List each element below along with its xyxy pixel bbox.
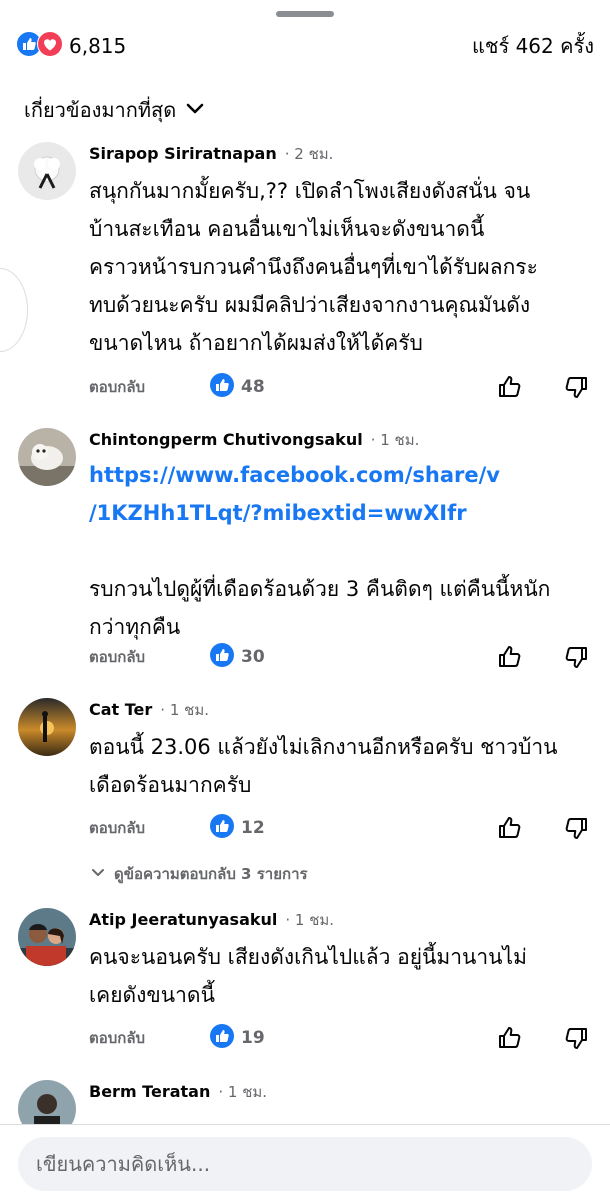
- comment-actions: ตอบกลับ 19: [89, 1023, 599, 1053]
- comment-input[interactable]: เขียนความคิดเห็น...: [18, 1137, 592, 1191]
- comment: Cat Ter · 1 ชม. ตอนนี้ 23.06 แล้วยังไม่เ…: [18, 698, 598, 848]
- drag-handle[interactable]: [276, 11, 334, 17]
- comment-time: · 1 ชม.: [370, 431, 420, 449]
- reply-button[interactable]: ตอบกลับ: [89, 375, 209, 399]
- comment-text: รบกวนไปดูผู้ที่เดือดร้อนด้วย 3 คืนติดๆ แ…: [89, 577, 551, 639]
- chevron-down-icon: [90, 864, 114, 884]
- like-summary[interactable]: 48: [209, 372, 265, 402]
- thumbs-down-icon[interactable]: [563, 374, 589, 400]
- thumbs-up-icon[interactable]: [497, 815, 523, 841]
- comment-actions: ตอบกลับ 30: [89, 642, 599, 672]
- commenter-name[interactable]: Atip Jeeratunyasakul: [89, 910, 277, 929]
- view-more-replies-label: ดูข้อความตอบกลับ 3 รายการ: [114, 865, 308, 883]
- reactions-bar: 6,815 แชร์ 462 ครั้ง: [16, 30, 594, 62]
- avatar[interactable]: [18, 428, 76, 486]
- like-count: 30: [241, 647, 265, 667]
- comment: Atip Jeeratunyasakul · 1 ชม. คนจะนอนครับ…: [18, 908, 598, 1058]
- like-summary[interactable]: 12: [209, 813, 265, 843]
- reply-button[interactable]: ตอบกลับ: [89, 645, 209, 669]
- comment-link[interactable]: https://www.facebook.com/share/v /1KZHh1…: [89, 456, 599, 532]
- reply-button[interactable]: ตอบกลับ: [89, 1026, 209, 1050]
- view-more-replies[interactable]: ดูข้อความตอบกลับ 3 รายการ: [90, 862, 308, 886]
- avatar[interactable]: [18, 1080, 76, 1124]
- commenter-name[interactable]: Sirapop Siriratnapan: [89, 144, 277, 163]
- like-icon: [209, 372, 235, 402]
- reaction-summary[interactable]: 6,815: [16, 31, 126, 61]
- like-count: 48: [241, 377, 265, 397]
- comment: Chintongperm Chutivongsakul · 1 ชม. http…: [18, 428, 598, 678]
- comment: Sirapop Siriratnapan · 2 ชม. สนุกกันมากม…: [18, 142, 598, 412]
- comment-actions: ตอบกลับ 12: [89, 813, 599, 843]
- commenter-name[interactable]: Cat Ter: [89, 700, 152, 719]
- like-icon: [209, 813, 235, 843]
- comment-text: ตอนนี้ 23.06 แล้วยังไม่เลิกงานอีกหรือครั…: [89, 735, 558, 797]
- comment: Berm Teratan · 1 ชม.: [18, 1080, 598, 1124]
- like-count: 19: [241, 1028, 265, 1048]
- avatar[interactable]: [18, 142, 76, 200]
- comment-time: · 2 ชม.: [284, 145, 334, 163]
- comment-text: คนจะนอนครับ เสียงดังเกินไปแล้ว อยู่นี้มา…: [89, 945, 527, 1007]
- like-icon: [209, 642, 235, 672]
- thumbs-up-icon[interactable]: [497, 1025, 523, 1051]
- like-icon: [209, 1023, 235, 1053]
- reply-button[interactable]: ตอบกลับ: [89, 816, 209, 840]
- thumbs-up-icon[interactable]: [497, 644, 523, 670]
- commenter-name[interactable]: Chintongperm Chutivongsakul: [89, 430, 363, 449]
- comment-time: · 1 ชม.: [285, 911, 335, 929]
- sort-label: เกี่ยวข้องมากที่สุด: [24, 98, 177, 122]
- comment-actions: ตอบกลับ 48: [89, 372, 599, 402]
- love-icon: [37, 31, 63, 61]
- thumbs-up-icon[interactable]: [497, 374, 523, 400]
- comment-time: · 1 ชม.: [218, 1083, 268, 1101]
- like-summary[interactable]: 19: [209, 1023, 265, 1053]
- avatar[interactable]: [18, 698, 76, 756]
- like-summary[interactable]: 30: [209, 642, 265, 672]
- reaction-count: 6,815: [69, 34, 127, 58]
- comment-composer: เขียนความคิดเห็น...: [0, 1124, 610, 1199]
- comment-time: · 1 ชม.: [160, 701, 209, 719]
- comment-text: สนุกกันมากมั้ยครับ,?? เปิดลำโพงเสียงดังส…: [89, 179, 538, 355]
- sort-dropdown[interactable]: เกี่ยวข้องมากที่สุด: [24, 94, 206, 126]
- share-count[interactable]: แชร์ 462 ครั้ง: [472, 30, 594, 62]
- chevron-down-icon: [176, 97, 206, 124]
- commenter-name[interactable]: Berm Teratan: [89, 1082, 210, 1101]
- thumbs-down-icon[interactable]: [563, 1025, 589, 1051]
- thumbs-down-icon[interactable]: [563, 644, 589, 670]
- avatar[interactable]: [18, 908, 76, 966]
- like-count: 12: [241, 818, 265, 838]
- thumbs-down-icon[interactable]: [563, 815, 589, 841]
